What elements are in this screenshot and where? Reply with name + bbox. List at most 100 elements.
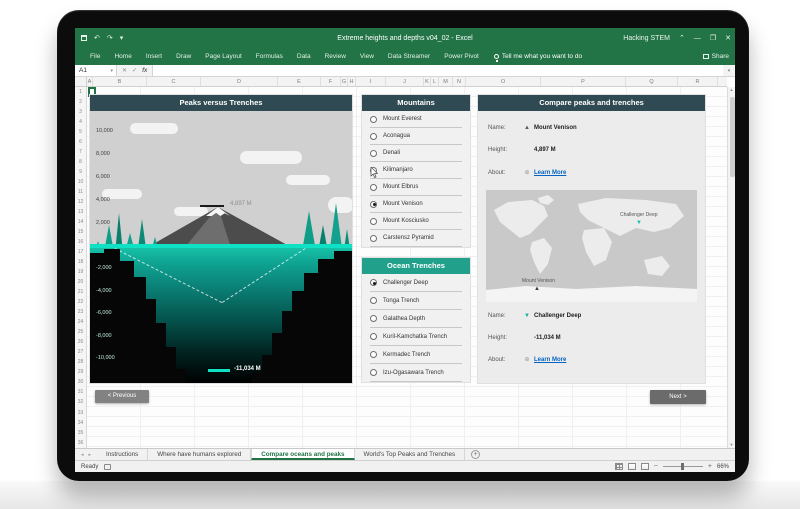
row-header[interactable]: 4	[75, 117, 86, 127]
mountain-option[interactable]: Mount Kosciusko	[370, 213, 462, 230]
row-header[interactable]: 32	[75, 397, 86, 407]
column-header[interactable]: R	[678, 77, 718, 86]
ribbon-tab[interactable]: View	[353, 48, 381, 65]
row-header[interactable]: 35	[75, 428, 86, 438]
row-header[interactable]: 10	[75, 177, 86, 187]
qat-more-icon[interactable]: ▾	[120, 34, 124, 42]
radio-button-icon[interactable]	[370, 218, 377, 225]
column-header[interactable]: P	[541, 77, 626, 86]
row-header[interactable]: 36	[75, 438, 86, 448]
radio-button-icon[interactable]	[370, 279, 377, 286]
zoom-level[interactable]: 66%	[717, 464, 729, 470]
peak-learn-more-link[interactable]: Learn More	[534, 170, 566, 176]
close-button[interactable]: ✕	[725, 34, 731, 42]
ribbon-tab[interactable]: Power Pivot	[437, 48, 486, 65]
column-header[interactable]: E	[278, 77, 321, 86]
page-break-view-icon[interactable]	[641, 463, 649, 470]
row-header[interactable]: 16	[75, 237, 86, 247]
maximize-button[interactable]: ❐	[710, 34, 716, 42]
radio-button-icon[interactable]	[370, 333, 377, 340]
row-header[interactable]: 5	[75, 127, 86, 137]
ribbon-tab[interactable]: Data	[290, 48, 318, 65]
row-header[interactable]: 9	[75, 167, 86, 177]
row-header[interactable]: 25	[75, 327, 86, 337]
sheet-tab[interactable]: Compare oceans and peaks	[251, 449, 354, 460]
zoom-in-icon[interactable]: +	[708, 463, 712, 470]
redo-icon[interactable]: ↷	[107, 34, 113, 42]
ribbon-tab[interactable]: Review	[318, 48, 353, 65]
add-sheet-button[interactable]: +	[471, 450, 480, 459]
insert-function-icon[interactable]: fx	[142, 68, 147, 74]
row-header[interactable]: 12	[75, 197, 86, 207]
mountain-option[interactable]: Denali	[370, 145, 462, 162]
ribbon-tab[interactable]: Formulas	[249, 48, 290, 65]
mountain-option[interactable]: Kilimanjaro	[370, 162, 462, 179]
column-header[interactable]: I	[356, 77, 386, 86]
row-header[interactable]: 34	[75, 418, 86, 428]
row-header[interactable]: 3	[75, 107, 86, 117]
formula-bar-expand-icon[interactable]: ▾	[723, 65, 735, 76]
radio-button-icon[interactable]	[370, 150, 377, 157]
sheet-tab[interactable]: Instructions	[97, 449, 148, 460]
zoom-slider[interactable]	[663, 466, 703, 467]
radio-button-icon[interactable]	[370, 201, 377, 208]
column-header[interactable]: O	[466, 77, 541, 86]
trench-option[interactable]: Tonga Trench	[370, 292, 462, 310]
mountain-option[interactable]: Mount Venison	[370, 196, 462, 213]
save-icon[interactable]	[81, 35, 87, 41]
radio-button-icon[interactable]	[370, 133, 377, 140]
trench-option[interactable]: Challenger Deep	[370, 274, 462, 292]
row-header[interactable]: 2	[75, 97, 86, 107]
column-header[interactable]: H	[348, 77, 356, 86]
sheet-nav-right-icon[interactable]: ▸	[89, 452, 92, 458]
trench-learn-more-link[interactable]: Learn More	[534, 357, 566, 363]
column-header[interactable]: C	[147, 77, 201, 86]
sheet-nav-left-icon[interactable]: ◂	[81, 452, 84, 458]
column-header[interactable]: F	[321, 77, 341, 86]
row-header[interactable]: 11	[75, 187, 86, 197]
page-layout-view-icon[interactable]	[628, 463, 636, 470]
column-header[interactable]: N	[453, 77, 466, 86]
row-header[interactable]: 30	[75, 377, 86, 387]
column-header[interactable]: L	[431, 77, 439, 86]
row-header[interactable]: 31	[75, 387, 86, 397]
sheet-tab[interactable]: World's Top Peaks and Trenches	[355, 449, 466, 460]
row-header[interactable]: 24	[75, 317, 86, 327]
name-box-dropdown-icon[interactable]: ▾	[110, 68, 116, 74]
ribbon-tab[interactable]: Data Streamer	[381, 48, 437, 65]
radio-button-icon[interactable]	[370, 369, 377, 376]
radio-button-icon[interactable]	[370, 235, 377, 242]
mountain-option[interactable]: Aconagua	[370, 128, 462, 145]
row-header[interactable]: 14	[75, 217, 86, 227]
column-header[interactable]: Q	[626, 77, 678, 86]
name-box[interactable]: A1 ▾	[75, 65, 117, 76]
row-header[interactable]: 15	[75, 227, 86, 237]
ribbon-tab[interactable]: Page Layout	[198, 48, 249, 65]
row-header[interactable]: 21	[75, 287, 86, 297]
column-header[interactable]: G	[341, 77, 348, 86]
ribbon-tab[interactable]: Home	[107, 48, 138, 65]
mountain-option[interactable]: Mount Elbrus	[370, 179, 462, 196]
row-header[interactable]: 6	[75, 137, 86, 147]
row-header[interactable]: 17	[75, 247, 86, 257]
enter-icon[interactable]: ✓	[132, 67, 137, 74]
sheet-tab[interactable]: Where have humans explored	[148, 449, 251, 460]
radio-button-icon[interactable]	[370, 116, 377, 123]
ribbon-options-icon[interactable]: ⌃	[679, 34, 685, 42]
scroll-up-icon[interactable]: ▲	[730, 87, 734, 93]
row-header[interactable]: 22	[75, 297, 86, 307]
row-header[interactable]: 8	[75, 157, 86, 167]
zoom-out-icon[interactable]: −	[654, 463, 658, 470]
radio-button-icon[interactable]	[370, 297, 377, 304]
vertical-scrollbar[interactable]: ▲ ▼	[727, 87, 735, 448]
radio-button-icon[interactable]	[370, 351, 377, 358]
column-header[interactable]: D	[201, 77, 278, 86]
row-header[interactable]: 26	[75, 337, 86, 347]
row-header[interactable]: 23	[75, 307, 86, 317]
trench-option[interactable]: Izu-Ogasawara Trench	[370, 364, 462, 382]
trench-option[interactable]: Kermadec Trench	[370, 346, 462, 364]
vertical-scroll-thumb[interactable]	[730, 97, 735, 177]
ribbon-tab[interactable]: File	[83, 48, 107, 65]
undo-icon[interactable]: ↶	[94, 34, 100, 42]
zoom-slider-thumb[interactable]	[681, 463, 684, 470]
